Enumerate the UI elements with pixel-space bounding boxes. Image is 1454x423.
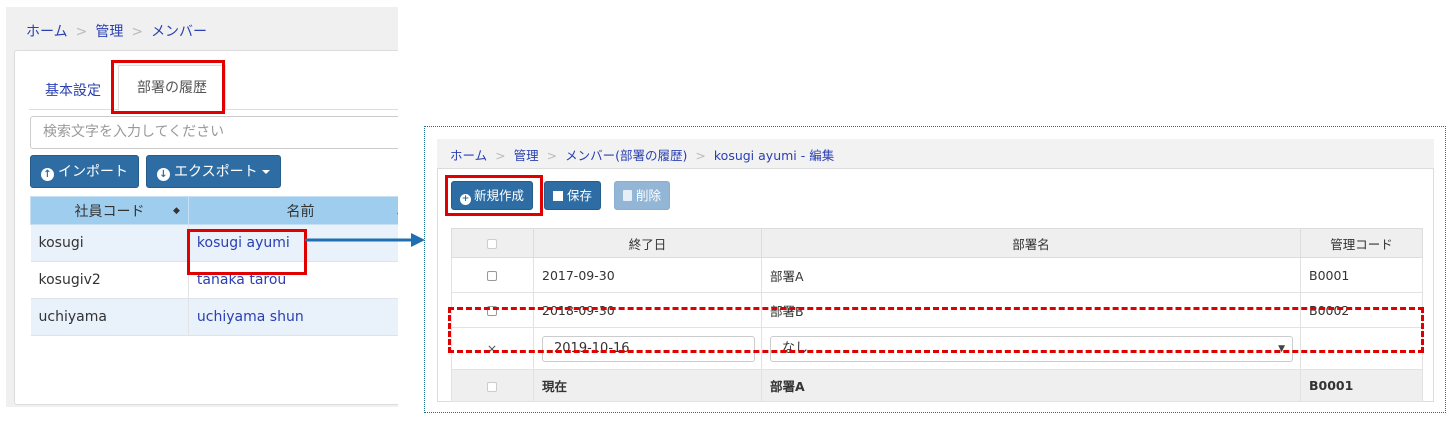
row-checkbox [487,381,497,392]
column-header-name[interactable]: 名前 ▲ [187,196,398,225]
column-header-label: 社員コード [74,203,145,220]
cell-code: B0001 [1300,369,1423,402]
import-label: インポート [58,164,128,180]
column-header-dept[interactable]: 部署名 [761,228,1301,258]
breadcrumb: ホーム > 管理 > メンバー(部署の履歴) > kosugi ayumi - 編集 [450,145,834,164]
sort-asc-icon: ▲ [397,206,398,216]
edit-history-panel: ホーム > 管理 > メンバー(部署の履歴) > kosugi ayumi - 編集 + 新規… [424,126,1446,413]
row-select [451,257,534,293]
export-label: エクスポート [174,164,258,180]
member-list-panel: ホーム > 管理 > メンバー 基本設定 部署の履歴 検索文字を入力してください ↑ イン… [6,7,398,407]
column-header-end-date[interactable]: 終了日 [533,228,762,258]
breadcrumb-separator: > [546,148,558,163]
save-label: 保存 [567,188,593,203]
table-row[interactable]: 2017-09-30 部署A B0001 [451,257,1423,293]
delete-label: 削除 [636,188,662,203]
edit-card: + 新規作成 保存 削除 終了日 部署名 管理コード 2017-09-30 部署… [437,168,1434,402]
breadcrumb: ホーム > 管理 > メンバー [26,21,207,41]
cell-code: kosugiv2 [30,261,189,299]
arrow-right-icon [305,233,425,247]
edit-page: ホーム > 管理 > メンバー(部署の履歴) > kosugi ayumi - 編集 + 新規… [437,139,1434,402]
breadcrumb-separator: > [695,148,706,163]
sort-icon: ◆ [173,206,180,216]
breadcrumb-separator: > [495,148,506,163]
cell-code: B0001 [1300,257,1423,293]
breadcrumb-admin[interactable]: 管理 [514,148,539,163]
select-all-header [451,228,534,258]
cell-current-label: 現在 [533,369,762,402]
cell-dept: 部署A [761,369,1301,402]
export-button[interactable]: ↓ エクスポート [146,155,281,188]
breadcrumb-admin[interactable]: 管理 [95,24,123,40]
delete-button[interactable]: 削除 [614,181,671,210]
tab-basic-settings[interactable]: 基本設定 [45,80,101,100]
breadcrumb-home[interactable]: ホーム [450,148,487,163]
highlight-box [445,175,543,216]
member-card: 基本設定 部署の履歴 検索文字を入力してください ↑ インポート ↓ エクスポート … [14,50,398,405]
breadcrumb-current: kosugi ayumi - 編集 [713,148,835,163]
cell-code: kosugi [30,224,189,262]
highlight-box [111,60,225,114]
breadcrumb-separator: > [131,24,144,40]
select-all-checkbox[interactable] [487,239,497,249]
cell-dept: 部署A [761,257,1301,293]
highlight-dashed-box [448,307,1424,353]
caret-down-icon [261,170,270,174]
save-button[interactable]: 保存 [544,181,602,210]
row-checkbox[interactable] [487,271,497,281]
download-icon: ↓ [157,168,170,181]
search-input[interactable]: 検索文字を入力してください [30,116,398,149]
row-select [451,369,534,402]
breadcrumb-members[interactable]: メンバー(部署の履歴) [565,148,687,163]
breadcrumb-home[interactable]: ホーム [26,24,68,40]
current-row: 現在 部署A B0001 [451,369,1423,402]
member-name-link[interactable]: uchiyama shun [188,298,398,336]
column-header-code[interactable]: 社員コード ◆ [30,196,189,225]
breadcrumb-separator: > [75,24,88,40]
cell-code: uchiyama [30,298,189,336]
save-icon [553,191,563,201]
upload-icon: ↑ [41,168,54,181]
breadcrumb-current: メンバー [151,24,208,40]
column-header-label: 名前 [286,203,315,220]
trash-icon [623,190,632,201]
tab-bar: 基本設定 部署の履歴 [15,51,398,114]
cell-end-date: 2017-09-30 [533,257,762,293]
import-button[interactable]: ↑ インポート [30,155,139,188]
table-row[interactable]: uchiyama uchiyama shun [30,298,398,336]
highlight-box [187,229,307,275]
column-header-code[interactable]: 管理コード [1300,228,1423,258]
